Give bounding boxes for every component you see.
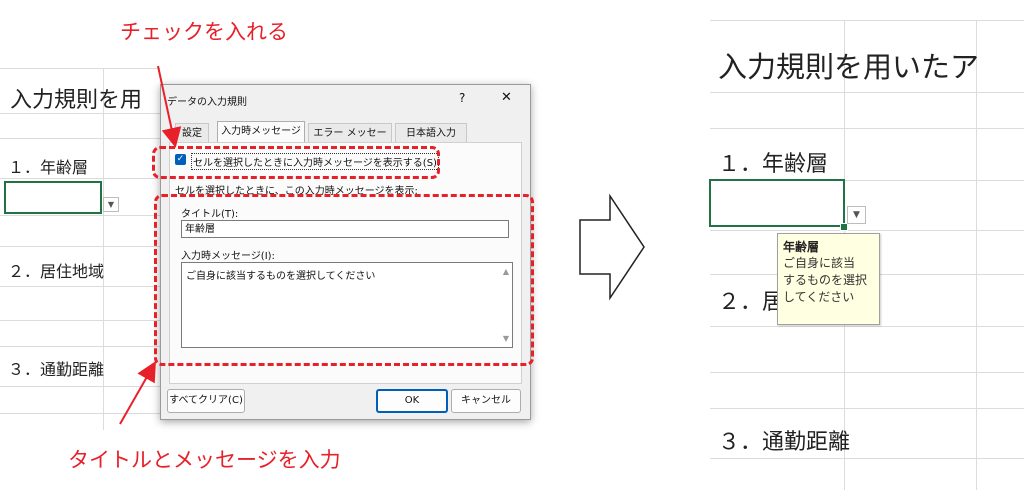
right-sheet-heading: 入力規則を用いたア (718, 50, 980, 84)
input-message-tooltip: 年齢層 ご自身に該当 するものを選択 してください (777, 233, 880, 325)
right-dropdown-button[interactable]: ▼ (847, 206, 866, 224)
highlight-checkbox (152, 146, 440, 179)
annotation-input: タイトルとメッセージを入力 (68, 448, 341, 472)
right-selected-cell[interactable] (709, 179, 845, 227)
tooltip-title: 年齢層 (783, 240, 820, 254)
fill-handle[interactable] (840, 223, 848, 231)
tooltip-line-3: してください (783, 290, 855, 304)
right-item-residence: ２．居 (718, 290, 785, 315)
arrow-to-fields (119, 361, 156, 425)
tooltip-line-2: するものを選択 (783, 273, 868, 287)
highlight-title-message (154, 194, 534, 366)
right-item-commute: ３．通勤距離 (718, 430, 851, 455)
right-arrow-icon (579, 193, 645, 301)
tooltip-line-1: ご自身に該当 (783, 256, 856, 270)
right-item-age: １．年齢層 (718, 152, 829, 177)
arrow-to-checkbox (157, 65, 182, 148)
